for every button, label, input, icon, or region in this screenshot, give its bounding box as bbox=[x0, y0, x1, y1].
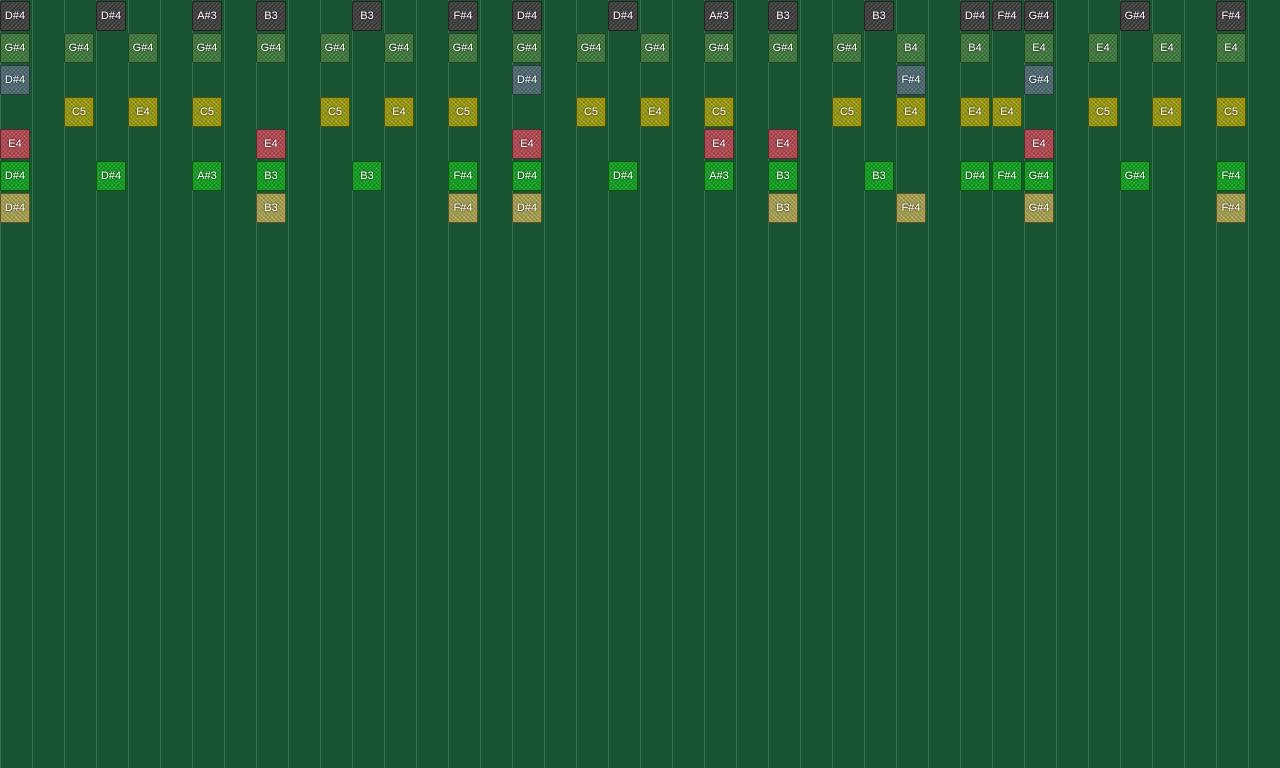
note-block[interactable]: E4 bbox=[1216, 33, 1246, 63]
note-block[interactable]: F#4 bbox=[896, 65, 926, 95]
note-block[interactable]: D#4 bbox=[512, 193, 542, 223]
note-block[interactable]: B3 bbox=[864, 161, 894, 191]
note-block[interactable]: D#4 bbox=[960, 161, 990, 191]
note-block[interactable]: E4 bbox=[768, 129, 798, 159]
note-block[interactable]: C5 bbox=[832, 97, 862, 127]
note-block[interactable]: C5 bbox=[192, 97, 222, 127]
note-block[interactable]: E4 bbox=[896, 97, 926, 127]
note-block[interactable]: E4 bbox=[1024, 129, 1054, 159]
note-block[interactable]: F#4 bbox=[448, 161, 478, 191]
note-block[interactable]: G#4 bbox=[1024, 193, 1054, 223]
note-block[interactable]: G#4 bbox=[640, 33, 670, 63]
note-block[interactable]: F#4 bbox=[1216, 193, 1246, 223]
note-block[interactable]: A#3 bbox=[704, 161, 734, 191]
note-block[interactable]: G#4 bbox=[768, 33, 798, 63]
note-block[interactable]: E4 bbox=[0, 129, 30, 159]
note-block[interactable]: C5 bbox=[704, 97, 734, 127]
note-block[interactable]: B4 bbox=[960, 33, 990, 63]
sequencer-grid[interactable]: D#4 D#4 A#3 B3 B3 F#4 D#4 D#4 A#3 B3 B3 D#4 F#4 G#4 G#… bbox=[0, 0, 1280, 768]
note-block[interactable]: G#4 bbox=[192, 33, 222, 63]
note-block[interactable]: G#4 bbox=[0, 33, 30, 63]
note-block[interactable]: B3 bbox=[256, 193, 286, 223]
note-block[interactable]: F#4 bbox=[1216, 1, 1246, 31]
note-block[interactable]: A#3 bbox=[192, 1, 222, 31]
note-block[interactable]: D#4 bbox=[512, 161, 542, 191]
note-block[interactable]: E4 bbox=[384, 97, 414, 127]
note-block[interactable]: B3 bbox=[768, 161, 798, 191]
note-block[interactable]: C5 bbox=[64, 97, 94, 127]
note-block[interactable]: F#4 bbox=[896, 193, 926, 223]
note-block[interactable]: G#4 bbox=[384, 33, 414, 63]
note-block[interactable]: G#4 bbox=[1120, 1, 1150, 31]
note-block[interactable]: C5 bbox=[576, 97, 606, 127]
note-block[interactable]: G#4 bbox=[576, 33, 606, 63]
note-block[interactable]: F#4 bbox=[992, 161, 1022, 191]
note-block[interactable]: G#4 bbox=[832, 33, 862, 63]
note-block[interactable]: B3 bbox=[768, 1, 798, 31]
note-block[interactable]: B3 bbox=[768, 193, 798, 223]
note-block[interactable]: D#4 bbox=[608, 161, 638, 191]
note-block[interactable]: E4 bbox=[1152, 33, 1182, 63]
note-block[interactable]: E4 bbox=[1088, 33, 1118, 63]
note-block[interactable]: G#4 bbox=[1024, 161, 1054, 191]
note-block[interactable]: D#4 bbox=[960, 1, 990, 31]
note-block[interactable]: B4 bbox=[896, 33, 926, 63]
note-block[interactable]: F#4 bbox=[448, 193, 478, 223]
note-block[interactable]: E4 bbox=[256, 129, 286, 159]
note-block[interactable]: B3 bbox=[352, 161, 382, 191]
note-block[interactable]: D#4 bbox=[512, 65, 542, 95]
note-block[interactable]: E4 bbox=[704, 129, 734, 159]
note-block[interactable]: G#4 bbox=[128, 33, 158, 63]
note-block[interactable]: E4 bbox=[128, 97, 158, 127]
note-block[interactable]: D#4 bbox=[96, 1, 126, 31]
note-block[interactable]: F#4 bbox=[448, 1, 478, 31]
note-block[interactable]: E4 bbox=[992, 97, 1022, 127]
note-block[interactable]: G#4 bbox=[1024, 1, 1054, 31]
note-block[interactable]: E4 bbox=[512, 129, 542, 159]
note-block[interactable]: G#4 bbox=[704, 33, 734, 63]
note-block[interactable]: F#4 bbox=[1216, 161, 1246, 191]
note-block[interactable]: C5 bbox=[320, 97, 350, 127]
note-block[interactable]: C5 bbox=[1216, 97, 1246, 127]
note-block[interactable]: G#4 bbox=[1024, 65, 1054, 95]
note-block[interactable]: G#4 bbox=[256, 33, 286, 63]
note-block[interactable]: D#4 bbox=[0, 193, 30, 223]
note-block[interactable]: D#4 bbox=[0, 1, 30, 31]
note-block[interactable]: D#4 bbox=[512, 1, 542, 31]
note-block[interactable]: D#4 bbox=[96, 161, 126, 191]
note-block[interactable]: F#4 bbox=[992, 1, 1022, 31]
note-block[interactable]: A#3 bbox=[704, 1, 734, 31]
note-block[interactable]: G#4 bbox=[64, 33, 94, 63]
note-block[interactable]: B3 bbox=[256, 161, 286, 191]
note-block[interactable]: E4 bbox=[1024, 33, 1054, 63]
note-block[interactable]: C5 bbox=[448, 97, 478, 127]
note-block[interactable]: E4 bbox=[960, 97, 990, 127]
note-block[interactable]: D#4 bbox=[608, 1, 638, 31]
note-block[interactable]: D#4 bbox=[0, 161, 30, 191]
note-block[interactable]: G#4 bbox=[320, 33, 350, 63]
note-block[interactable]: G#4 bbox=[1120, 161, 1150, 191]
note-block[interactable]: G#4 bbox=[448, 33, 478, 63]
note-block[interactable]: D#4 bbox=[0, 65, 30, 95]
note-block[interactable]: C5 bbox=[1088, 97, 1118, 127]
note-block[interactable]: E4 bbox=[640, 97, 670, 127]
note-block[interactable]: B3 bbox=[864, 1, 894, 31]
note-block[interactable]: B3 bbox=[352, 1, 382, 31]
note-block[interactable]: B3 bbox=[256, 1, 286, 31]
note-block[interactable]: E4 bbox=[1152, 97, 1182, 127]
note-block[interactable]: G#4 bbox=[512, 33, 542, 63]
note-block[interactable]: A#3 bbox=[192, 161, 222, 191]
